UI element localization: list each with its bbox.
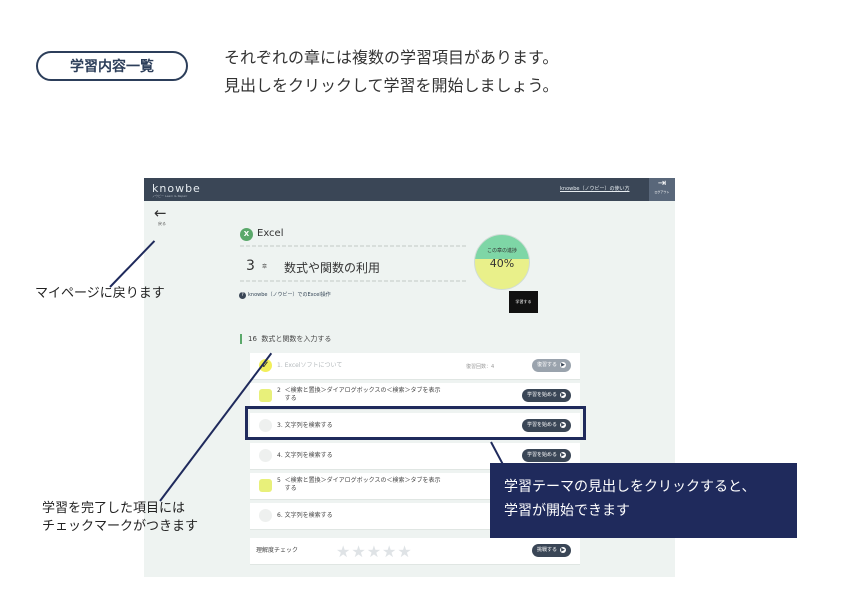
review-count: 復習回数：4 (466, 364, 495, 370)
section-number: 16 (248, 335, 257, 343)
help-link-text: knowbe（ノウビー）でのExcel操作 (248, 292, 331, 298)
partial-progress-icon (259, 479, 272, 492)
progress-label: この章の進捗 (486, 248, 517, 254)
top-bar: knowbe ノウビー Learn & Repair knowbe（ノウビー）の… (144, 178, 675, 201)
callout-box: 学習テーマの見出しをクリックすると、 学習が開始できます (490, 463, 797, 538)
partial-progress-icon (259, 389, 272, 402)
highlight-frame (245, 406, 586, 440)
logo-subtitle: ノウビー Learn & Repair (152, 194, 188, 198)
rating-stars: ★★★★★ (336, 542, 413, 561)
review-button[interactable]: 復習する ▶ (531, 359, 571, 372)
section-title-text: 数式と関数を入力する (261, 335, 332, 343)
start-lesson-button[interactable]: 学習を始める ▶ (521, 449, 571, 462)
challenge-button-label: 挑戦する (536, 547, 557, 553)
subject-label: Excel (257, 228, 284, 239)
start-button-label: 学習を始める (526, 392, 557, 398)
intro-text: それぞれの章には複数の学習項目があります。 見出しをクリックして学習を開始しまし… (224, 44, 559, 100)
start-lesson-button[interactable]: 学習を始める ▶ (521, 389, 571, 402)
how-to-use-link[interactable]: knowbe（ノウビー）の使い方 (560, 185, 629, 192)
start-button-label: 学習を始める (526, 452, 557, 458)
checkmark-annotation: 学習を完了した項目には チェックマークがつきます (42, 500, 198, 536)
play-icon: ▶ (560, 546, 566, 553)
chapter-progress-circle: この章の進捗 40% (474, 234, 530, 290)
chapter-mark: 章 (262, 264, 268, 270)
review-button-label: 復習する (536, 362, 557, 368)
challenge-button[interactable]: 挑戦する ▶ (531, 544, 571, 557)
lesson-row[interactable]: ✓ 1. Excelソフトについて 復習回数：4 復習する ▶ (250, 353, 580, 380)
intro-line-2: 見出しをクリックして学習を開始しましょう。 (224, 76, 559, 95)
callout-line-1: 学習テーマの見出しをクリックすると、 (504, 479, 756, 495)
chapter-title: 数式や関数の利用 (284, 261, 381, 275)
back-label: 戻る (158, 221, 166, 226)
checkmark-annotation-line-1: 学習を完了した項目には (42, 501, 186, 516)
section-title: 16 数式と関数を入力する (240, 334, 331, 344)
help-link[interactable]: ? knowbe（ノウビー）でのExcel操作 (239, 291, 331, 299)
logout-icon: ⇥ (657, 178, 667, 189)
lesson-title-text: ＜検索と置換＞ダイアログボックスの＜検索＞タブを表示する (284, 387, 441, 402)
empty-check-icon (259, 509, 272, 522)
logout-button[interactable]: ⇥ ログアウト (649, 178, 675, 201)
logout-label: ログアウト (654, 190, 670, 194)
help-icon: ? (239, 292, 246, 299)
lesson-title[interactable]: 4. 文字列を検索する (277, 452, 333, 460)
checkmark-annotation-line-2: チェックマークがつきます (42, 519, 199, 534)
quiz-row[interactable]: 理解度チェック ★★★★★ 挑戦する ▶ (250, 538, 580, 565)
lesson-number: 2 (277, 387, 281, 394)
lesson-title[interactable]: 1. Excelソフトについて (277, 362, 342, 370)
empty-check-icon (259, 449, 272, 462)
divider (240, 245, 466, 247)
excel-icon: X (240, 228, 253, 241)
mypage-annotation: マイページに戻ります (35, 286, 165, 301)
chapter-number: 3 (246, 258, 255, 274)
lesson-title-text: ＜検索と置換＞ダイアログボックスの＜検索＞タブを表示する (284, 477, 441, 492)
back-arrow-icon[interactable]: ← (154, 206, 167, 221)
play-icon: ▶ (560, 451, 566, 458)
lesson-title[interactable]: 6. 文字列を検索する (277, 512, 333, 520)
divider (240, 280, 466, 282)
play-icon: ▶ (560, 391, 566, 398)
play-icon: ▶ (560, 361, 566, 368)
quiz-label: 理解度チェック (256, 547, 299, 554)
study-button[interactable]: 学習する (509, 291, 538, 313)
progress-value: 40% (489, 257, 515, 270)
intro-line-1: それぞれの章には複数の学習項目があります。 (224, 48, 559, 67)
lesson-title[interactable]: 2 ＜検索と置換＞ダイアログボックスの＜検索＞タブを表示する (277, 387, 445, 403)
lesson-number: 5 (277, 477, 281, 484)
section-heading-pill: 学習内容一覧 (36, 51, 188, 81)
callout-line-2: 学習が開始できます (504, 503, 630, 519)
lesson-title[interactable]: 5 ＜検索と置換＞ダイアログボックスの＜検索＞タブを表示する (277, 477, 445, 493)
